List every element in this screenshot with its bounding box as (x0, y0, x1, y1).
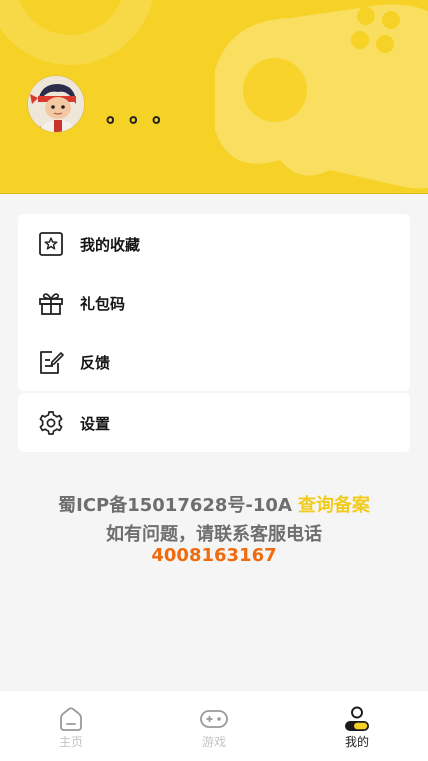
menu-label-feedback: 反馈 (80, 354, 111, 372)
bottom-tab-bar: 主页 游戏 我的 (0, 690, 428, 761)
icp-number: 蜀ICP备15017628号-10A (58, 495, 292, 516)
menu-item-favorites[interactable]: 我的收藏 (18, 214, 410, 273)
menu-card: 我的收藏 礼包码 反馈 (18, 214, 410, 391)
home-icon (60, 707, 82, 731)
menu-item-gift-code[interactable]: 礼包码 (18, 273, 410, 332)
star-icon (39, 232, 63, 256)
tab-mine[interactable]: 我的 (307, 691, 407, 761)
user-icon (345, 706, 369, 731)
menu-item-feedback[interactable]: 反馈 (18, 332, 410, 391)
menu-label-settings: 设置 (80, 415, 111, 433)
tab-home[interactable]: 主页 (21, 691, 121, 761)
icp-query-link[interactable]: 查询备案 (298, 495, 370, 516)
username: 。。。 (106, 103, 187, 128)
tab-label-mine: 我的 (344, 735, 369, 749)
menu-label-favorites: 我的收藏 (80, 236, 141, 254)
avatar[interactable] (27, 75, 85, 133)
gamepad-icon (200, 710, 228, 728)
gear-icon (39, 411, 63, 435)
tab-games[interactable]: 游戏 (164, 691, 264, 761)
service-phone[interactable]: 4008163167 (0, 545, 428, 566)
menu-item-settings[interactable]: 设置 (18, 393, 410, 452)
avatar-image (28, 76, 84, 132)
settings-card: 设置 (18, 393, 410, 452)
menu-label-gift-code: 礼包码 (80, 295, 126, 313)
icp-record: 蜀ICP备15017628号-10A 查询备案 (0, 491, 428, 517)
tab-label-games: 游戏 (201, 735, 226, 749)
help-text: 如有问题，请联系客服电话 (106, 524, 322, 545)
gift-icon (39, 293, 63, 315)
profile-header: 。。。 (0, 0, 428, 194)
edit-note-icon (40, 351, 64, 374)
tab-label-home: 主页 (58, 735, 83, 749)
